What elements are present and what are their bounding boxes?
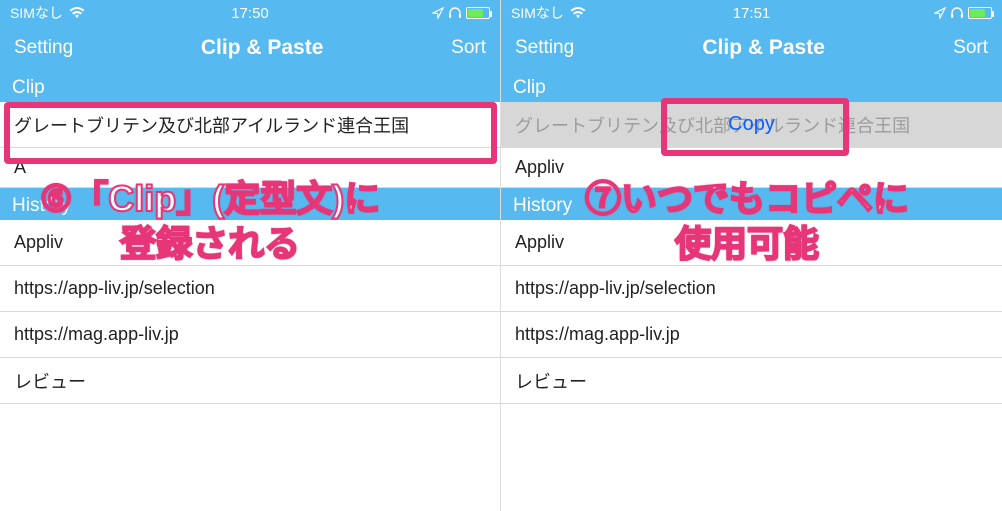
clip-item-text: グレートブリテン及び北部アイルランド連合王国 bbox=[14, 112, 409, 138]
clip-item-text: A bbox=[14, 157, 26, 178]
history-row[interactable]: https://app-liv.jp/selection bbox=[0, 266, 500, 312]
sim-label: SIMなし bbox=[10, 3, 63, 23]
section-label: History bbox=[12, 195, 71, 217]
page-title: Clip & Paste bbox=[702, 36, 825, 60]
location-icon bbox=[934, 7, 946, 19]
section-header-clip: Clip bbox=[501, 70, 1002, 102]
setting-button[interactable]: Setting bbox=[515, 37, 574, 59]
battery-icon bbox=[466, 7, 490, 19]
section-header-history: History bbox=[0, 188, 500, 220]
navigation-bar: Setting Clip & Paste Sort bbox=[501, 26, 1002, 70]
headphones-icon bbox=[448, 7, 462, 19]
sort-button[interactable]: Sort bbox=[953, 37, 988, 59]
clip-row[interactable]: A bbox=[0, 148, 500, 188]
section-label: History bbox=[513, 195, 572, 217]
battery-icon bbox=[968, 7, 992, 19]
clip-row[interactable]: グレートブリテン及び北部アイルランド連合王国 bbox=[0, 102, 500, 148]
history-item-text: https://mag.app-liv.jp bbox=[14, 324, 179, 345]
history-item-text: https://app-liv.jp/selection bbox=[14, 278, 215, 299]
wifi-icon bbox=[69, 7, 85, 19]
setting-button[interactable]: Setting bbox=[14, 37, 73, 59]
history-item-text: レビュー bbox=[515, 368, 587, 394]
history-row[interactable]: Appliv bbox=[501, 220, 1002, 266]
sim-label: SIMなし bbox=[511, 3, 564, 23]
phone-screenshot-right: SIMなし 17:51 Setting Clip & Paste Sort bbox=[501, 0, 1002, 511]
page-title: Clip & Paste bbox=[201, 36, 324, 60]
clip-item-text: グレートブリテン及び北部アイルランド連合王国 bbox=[515, 112, 910, 138]
history-item-text: Appliv bbox=[14, 232, 63, 253]
clip-item-text: Appliv bbox=[515, 157, 564, 178]
history-row[interactable]: https://mag.app-liv.jp bbox=[501, 312, 1002, 358]
status-bar: SIMなし 17:51 bbox=[501, 0, 1002, 26]
section-label: Clip bbox=[513, 77, 546, 99]
history-item-text: レビュー bbox=[14, 368, 86, 394]
copy-popup[interactable]: Copy bbox=[728, 102, 775, 147]
history-row[interactable]: レビュー bbox=[501, 358, 1002, 404]
wifi-icon bbox=[570, 7, 586, 19]
clip-row[interactable]: Appliv bbox=[501, 148, 1002, 188]
clip-row[interactable]: グレートブリテン及び北部アイルランド連合王国 Copy bbox=[501, 102, 1002, 148]
headphones-icon bbox=[950, 7, 964, 19]
history-item-text: Appliv bbox=[515, 232, 564, 253]
history-row[interactable]: Appliv bbox=[0, 220, 500, 266]
history-item-text: https://app-liv.jp/selection bbox=[515, 278, 716, 299]
section-label: Clip bbox=[12, 77, 45, 99]
sort-button[interactable]: Sort bbox=[451, 37, 486, 59]
navigation-bar: Setting Clip & Paste Sort bbox=[0, 26, 500, 70]
section-header-clip: Clip bbox=[0, 70, 500, 102]
history-item-text: https://mag.app-liv.jp bbox=[515, 324, 680, 345]
status-bar: SIMなし 17:50 bbox=[0, 0, 500, 26]
history-row[interactable]: https://mag.app-liv.jp bbox=[0, 312, 500, 358]
section-header-history: History bbox=[501, 188, 1002, 220]
copy-button-label: Copy bbox=[728, 113, 775, 136]
location-icon bbox=[432, 7, 444, 19]
history-row[interactable]: レビュー bbox=[0, 358, 500, 404]
phone-screenshot-left: SIMなし 17:50 Setting Clip & Paste Sort bbox=[0, 0, 501, 511]
history-row[interactable]: https://app-liv.jp/selection bbox=[501, 266, 1002, 312]
